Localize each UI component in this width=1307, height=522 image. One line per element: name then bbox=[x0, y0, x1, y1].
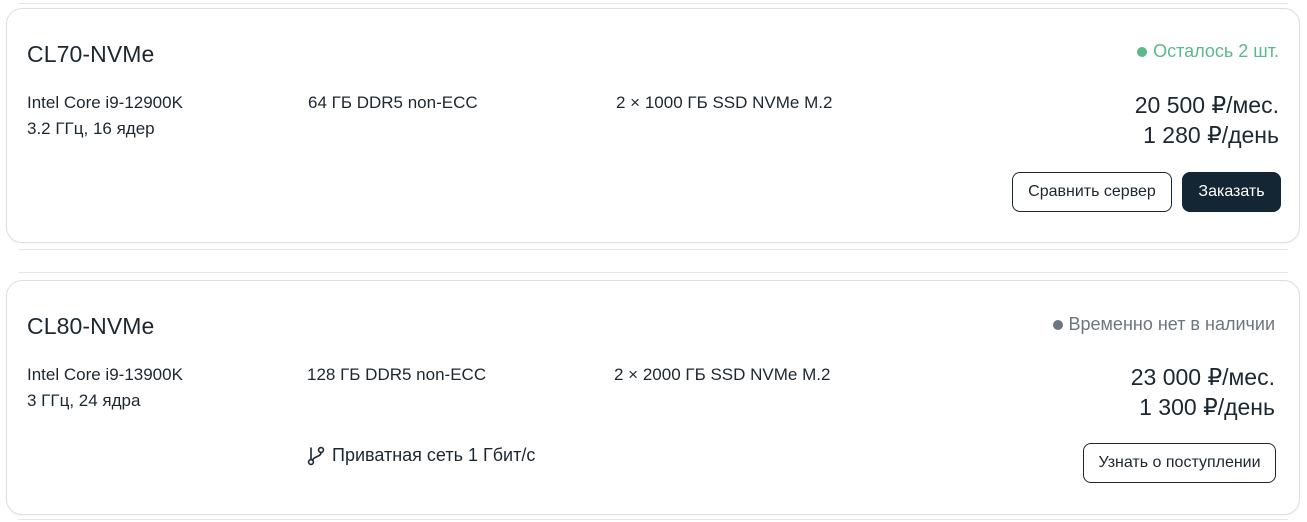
server-card: CL70-NVMe Осталось 2 шт. Intel Core i9-1… bbox=[6, 8, 1300, 243]
price-block: 20 500 ₽/мес. 1 280 ₽/день bbox=[1135, 90, 1279, 150]
cpu-spec: Intel Core i9-13900K 3 ГГц, 24 ядра bbox=[27, 362, 183, 414]
branch-icon bbox=[307, 446, 325, 465]
stock-status-text: Временно нет в наличии bbox=[1068, 314, 1275, 334]
status-dot-icon bbox=[1137, 46, 1148, 57]
server-name: CL70-NVMe bbox=[27, 41, 155, 67]
stock-status: Временно нет в наличии bbox=[1052, 314, 1275, 335]
price-month: 20 500 ₽/мес. bbox=[1134, 92, 1279, 118]
price-block: 23 000 ₽/мес. 1 300 ₽/день bbox=[1131, 362, 1275, 422]
card-divider bbox=[18, 272, 1288, 273]
storage-spec: 2 × 2000 ГБ SSD NVMe M.2 bbox=[614, 365, 831, 384]
cpu-model: Intel Core i9-13900K bbox=[27, 365, 183, 384]
ram-spec: 64 ГБ DDR5 non-ECC bbox=[308, 93, 478, 112]
private-network-feature: Приватная сеть 1 Гбит/с bbox=[307, 445, 535, 466]
cpu-details: 3.2 ГГц, 16 ядер bbox=[27, 119, 155, 138]
cpu-model: Intel Core i9-12900K bbox=[27, 93, 183, 112]
card-divider bbox=[18, 249, 1288, 250]
storage-spec: 2 × 1000 ГБ SSD NVMe M.2 bbox=[616, 93, 833, 112]
server-card: CL80-NVMe Временно нет в наличии Intel C… bbox=[6, 280, 1300, 515]
stock-status-text: Осталось 2 шт. bbox=[1153, 41, 1279, 61]
notify-button[interactable]: Узнать о поступлении bbox=[1083, 443, 1276, 483]
price-day: 1 300 ₽/день bbox=[1139, 394, 1275, 420]
order-button[interactable]: Заказать bbox=[1182, 172, 1281, 212]
private-network-label: Приватная сеть 1 Гбит/с bbox=[332, 445, 536, 465]
status-dot-icon bbox=[1052, 319, 1063, 330]
cpu-details: 3 ГГц, 24 ядра bbox=[27, 391, 141, 410]
compare-button[interactable]: Сравнить сервер bbox=[1012, 172, 1172, 212]
stock-status: Осталось 2 шт. bbox=[1137, 41, 1279, 62]
price-day: 1 280 ₽/день bbox=[1143, 122, 1279, 148]
price-month: 23 000 ₽/мес. bbox=[1130, 364, 1275, 390]
cpu-spec: Intel Core i9-12900K 3.2 ГГц, 16 ядер bbox=[27, 90, 183, 142]
card-divider bbox=[18, 3, 1288, 4]
card-divider bbox=[18, 519, 1288, 520]
server-name: CL80-NVMe bbox=[27, 313, 155, 339]
ram-spec: 128 ГБ DDR5 non-ECC bbox=[307, 365, 487, 384]
